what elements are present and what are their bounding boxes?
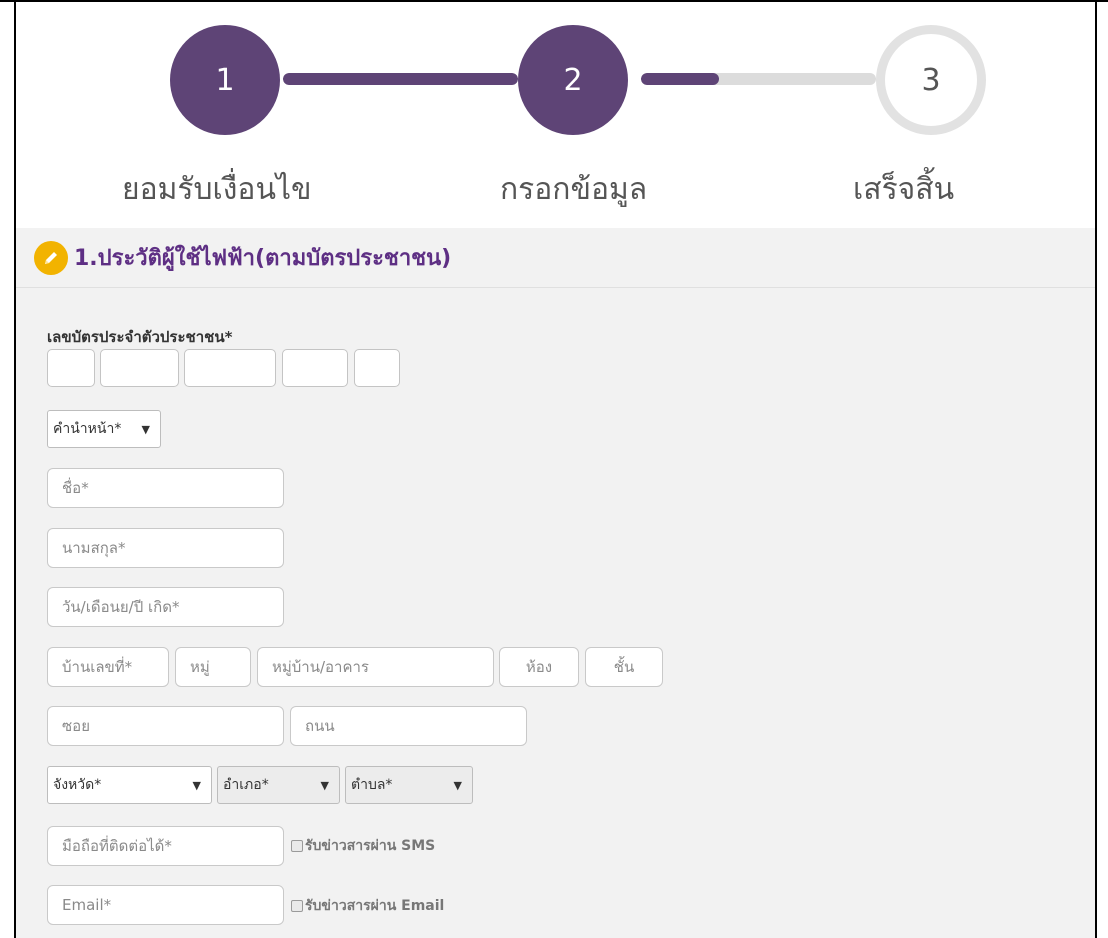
chevron-down-icon: ▼ <box>141 422 150 436</box>
email-field[interactable] <box>47 885 284 925</box>
floor-field[interactable] <box>585 647 663 687</box>
chevron-down-icon: ▼ <box>192 778 201 792</box>
step-2-label: กรอกข้อมูล <box>500 172 648 207</box>
village-building-field[interactable] <box>257 647 494 687</box>
step-connector-2 <box>641 73 876 85</box>
subdistrict-select[interactable]: ตำบล* ▼ <box>345 766 473 804</box>
step-3-number: 3 <box>921 62 941 98</box>
sms-checkbox[interactable] <box>291 840 303 852</box>
chevron-down-icon: ▼ <box>453 778 462 792</box>
room-field[interactable] <box>499 647 579 687</box>
step-1-label: ยอมรับเงื่อนไข <box>122 172 312 207</box>
road-field[interactable] <box>290 706 527 746</box>
house-number-field[interactable] <box>47 647 169 687</box>
soi-field[interactable] <box>47 706 284 746</box>
step-1-circle: 1 <box>170 25 280 135</box>
pencil-icon <box>34 240 68 275</box>
id-card-digit-5[interactable] <box>354 349 400 387</box>
mobile-field[interactable] <box>47 826 284 866</box>
section-title: 1.ประวัติผู้ใช้ไฟฟ้า(ตามบัตรประชาชน) <box>74 246 452 271</box>
id-card-digits-3[interactable] <box>184 349 276 387</box>
email-subscription[interactable]: รับข่าวสารผ่าน Email <box>291 895 444 917</box>
email-checkbox-label: รับข่าวสารผ่าน Email <box>305 898 445 914</box>
step-2-number: 2 <box>563 62 583 98</box>
sms-checkbox-label: รับข่าวสารผ่าน SMS <box>305 838 436 854</box>
district-select[interactable]: อำเภอ* ▼ <box>217 766 340 804</box>
id-card-digits-4[interactable] <box>282 349 348 387</box>
section-header: 1.ประวัติผู้ใช้ไฟฟ้า(ตามบัตรประชาชน) <box>16 228 1095 288</box>
email-checkbox[interactable] <box>291 900 303 912</box>
sms-subscription[interactable]: รับข่าวสารผ่าน SMS <box>291 835 435 857</box>
id-card-digit-1[interactable] <box>47 349 95 387</box>
id-card-digits-2[interactable] <box>100 349 179 387</box>
id-card-label: เลขบัตรประจำตัวประชาชน* <box>47 328 233 346</box>
step-connector-1-fill <box>283 73 518 85</box>
step-2-circle: 2 <box>518 25 628 135</box>
subdistrict-value: ตำบล* <box>351 777 393 793</box>
step-connector-2-fill <box>641 73 719 85</box>
step-connector-1 <box>283 73 518 85</box>
title-prefix-value: คำนำหน้า* <box>53 421 122 437</box>
chevron-down-icon: ▼ <box>320 778 329 792</box>
province-value: จังหวัด* <box>53 777 102 793</box>
step-1-number: 1 <box>215 62 235 98</box>
frame-right-border <box>1095 0 1097 938</box>
step-3-label: เสร็จสิ้น <box>853 172 955 207</box>
frame-top-border <box>0 0 1108 2</box>
last-name-field[interactable] <box>47 528 284 568</box>
moo-field[interactable] <box>175 647 251 687</box>
district-value: อำเภอ* <box>223 777 269 793</box>
province-select[interactable]: จังหวัด* ▼ <box>47 766 212 804</box>
first-name-field[interactable] <box>47 468 284 508</box>
birthdate-field[interactable] <box>47 587 284 627</box>
title-prefix-select[interactable]: คำนำหน้า* ▼ <box>47 410 161 448</box>
step-3-circle: 3 <box>876 25 986 135</box>
